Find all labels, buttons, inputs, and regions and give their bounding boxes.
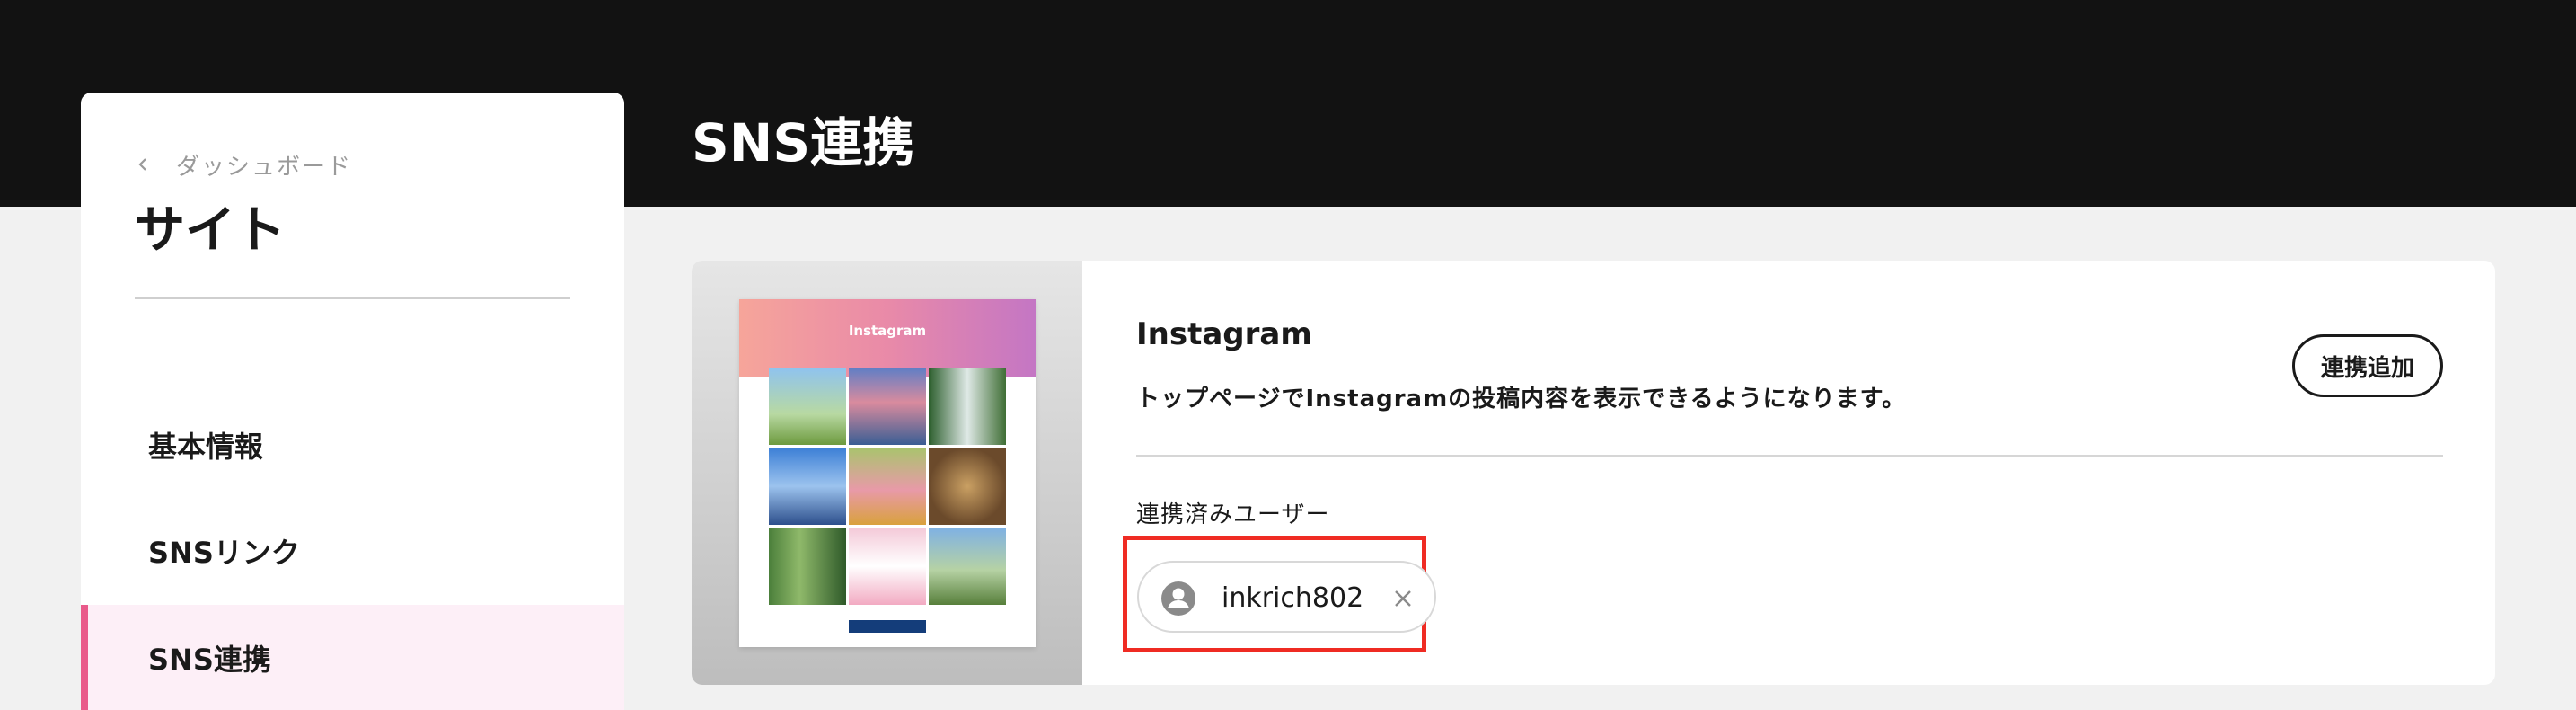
preview-photo [929,448,1006,525]
linked-users-label: 連携済みユーザー [1136,501,1330,528]
linked-username: inkrich802 [1222,582,1364,614]
instagram-integration-card: Instagram Instagram トップページでInstagramの投稿内… [692,261,2495,685]
preview-photo [849,368,926,445]
service-description: トップページでInstagramの投稿内容を表示できるようになります。 [1136,386,1907,413]
preview-photo [929,368,1006,445]
sidebar-item-sns-integration[interactable]: SNS連携 [81,605,624,710]
preview-title: Instagram [848,323,927,339]
close-icon[interactable] [1387,582,1419,615]
preview-photo [769,368,846,445]
page-title: SNS連携 [692,112,915,173]
instagram-preview-panel: Instagram [692,261,1082,685]
card-divider [1136,455,2443,457]
preview-photo [929,528,1006,605]
sidebar: ダッシュボード サイト 基本情報 SNSリンク SNS連携 [81,93,624,710]
preview-photo [849,528,926,605]
preview-photo [769,448,846,525]
instagram-preview-image: Instagram [739,299,1036,647]
sidebar-item-basic-info[interactable]: 基本情報 [81,392,624,498]
sidebar-divider [135,297,570,299]
back-link-label: ダッシュボード [176,153,353,181]
sidebar-item-label: SNSリンク [148,536,300,570]
sidebar-item-sns-links[interactable]: SNSリンク [81,498,624,604]
back-to-dashboard-link[interactable]: ダッシュボード [135,146,352,182]
preview-photo [849,448,926,525]
preview-button [849,620,926,633]
linked-user-chip[interactable]: inkrich802 [1137,561,1436,633]
service-name: Instagram [1136,316,1312,352]
sidebar-title: サイト [135,201,286,260]
chevron-left-icon [135,146,171,182]
preview-photo-grid [769,368,1006,605]
add-integration-button[interactable]: 連携追加 [2292,334,2443,397]
user-circle-icon [1160,581,1196,617]
preview-photo [769,528,846,605]
sidebar-item-label: 基本情報 [148,430,264,464]
sidebar-item-label: SNS連携 [148,643,271,677]
